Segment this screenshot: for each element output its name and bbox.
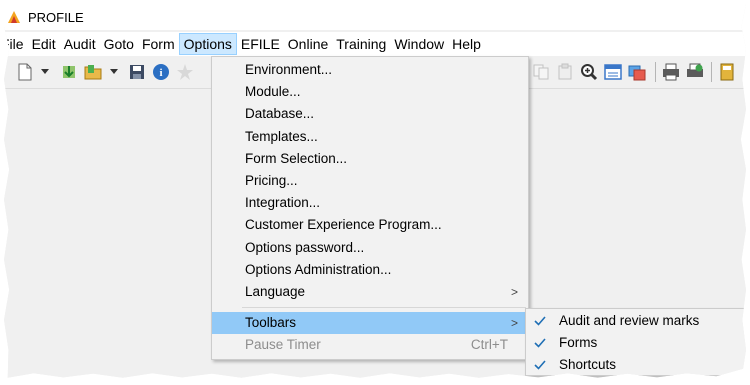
toolbar-separator xyxy=(711,62,712,82)
checkmark-icon xyxy=(534,360,546,370)
toolbars-submenu: Audit and review marks Forms Shortcuts xyxy=(525,308,746,376)
menu-item-module[interactable]: Module... xyxy=(212,81,528,103)
title-bar: PROFILE xyxy=(4,4,746,30)
svg-text:i: i xyxy=(159,67,162,79)
menu-item-environment[interactable]: Environment... xyxy=(212,59,528,81)
menu-online[interactable]: Online xyxy=(284,33,332,55)
submenu-item-audit-and-review-marks[interactable]: Audit and review marks xyxy=(526,310,746,332)
menu-edit[interactable]: Edit xyxy=(28,33,60,55)
menu-item-toolbars[interactable]: Toolbars > xyxy=(212,312,528,335)
submenu-item-forms[interactable]: Forms xyxy=(526,332,746,354)
menu-item-options-password[interactable]: Options password... xyxy=(212,237,528,259)
open-folder-icon[interactable] xyxy=(84,63,102,81)
form-view-icon[interactable] xyxy=(604,63,622,81)
menu-goto[interactable]: Goto xyxy=(100,33,138,55)
menu-item-language[interactable]: Language > xyxy=(212,281,528,303)
menu-item-integration[interactable]: Integration... xyxy=(212,192,528,214)
copy-icon[interactable] xyxy=(532,63,550,81)
submenu-item-label: Forms xyxy=(559,335,598,350)
menu-efile[interactable]: EFILE xyxy=(237,33,284,55)
calculator-icon[interactable] xyxy=(718,63,736,81)
save-icon[interactable] xyxy=(128,63,146,81)
menu-item-database[interactable]: Database... xyxy=(212,103,528,125)
menu-item-label: Pause Timer xyxy=(245,337,321,353)
menu-item-label: Toolbars xyxy=(245,315,297,331)
submenu-item-shortcuts[interactable]: Shortcuts xyxy=(526,354,746,376)
submenu-chevron-icon: > xyxy=(510,284,518,299)
toolbar-separator xyxy=(655,62,656,82)
menu-item-label: Options password... xyxy=(245,239,365,255)
checkmark-icon xyxy=(534,338,546,348)
menu-item-label: Options Administration... xyxy=(245,261,392,277)
menu-item-label: Module... xyxy=(245,84,301,100)
menu-item-label: Customer Experience Program... xyxy=(245,217,442,233)
menu-separator xyxy=(242,307,526,309)
menu-form[interactable]: Form xyxy=(138,33,179,55)
menu-item-label: Database... xyxy=(245,106,315,122)
window-title: PROFILE xyxy=(28,9,84,25)
submenu-item-label: Audit and review marks xyxy=(559,313,700,328)
menu-item-pricing[interactable]: Pricing... xyxy=(212,170,528,192)
menu-item-customer-experience-program[interactable]: Customer Experience Program... xyxy=(212,214,528,236)
print-icon[interactable] xyxy=(662,63,680,81)
menu-item-label: Integration... xyxy=(245,195,321,211)
zoom-icon[interactable] xyxy=(580,63,598,81)
menu-item-label: Templates... xyxy=(245,128,318,144)
info-icon[interactable]: i xyxy=(152,63,170,81)
menu-help[interactable]: Help xyxy=(448,33,485,55)
options-menu-dropdown: Environment... Module... Database... Tem… xyxy=(211,56,529,360)
menu-item-form-selection[interactable]: Form Selection... xyxy=(212,148,528,170)
menu-audit[interactable]: Audit xyxy=(60,33,100,55)
open-dropdown-arrow-icon[interactable] xyxy=(110,69,118,74)
switch-icon[interactable] xyxy=(628,63,646,81)
submenu-chevron-icon: > xyxy=(510,316,518,331)
menu-item-pause-timer: Pause Timer Ctrl+T xyxy=(212,334,528,356)
paste-icon[interactable] xyxy=(556,63,574,81)
menu-item-templates[interactable]: Templates... xyxy=(212,126,528,148)
profile-app-icon xyxy=(6,9,22,25)
menu-item-label: Pricing... xyxy=(245,172,298,188)
print-preview-icon[interactable] xyxy=(686,63,704,81)
menu-item-options-administration[interactable]: Options Administration... xyxy=(212,259,528,281)
menu-item-label: Form Selection... xyxy=(245,150,348,166)
menu-item-label: Environment... xyxy=(245,62,333,77)
star-icon[interactable] xyxy=(176,63,194,81)
import-icon[interactable] xyxy=(60,63,78,81)
menu-file[interactable]: File xyxy=(4,33,28,55)
checkmark-icon xyxy=(534,316,546,326)
menu-window[interactable]: Window xyxy=(390,33,448,55)
menu-training[interactable]: Training xyxy=(332,33,390,55)
menu-options[interactable]: Options xyxy=(178,33,237,55)
menu-item-label: Language xyxy=(245,283,306,299)
new-document-icon[interactable] xyxy=(16,63,34,81)
shortcut-label: Ctrl+T xyxy=(470,337,508,353)
submenu-item-label: Shortcuts xyxy=(559,357,617,372)
new-dropdown-arrow-icon[interactable] xyxy=(41,69,49,74)
app-window: PROFILE File Edit Audit Goto Form Option… xyxy=(4,4,746,378)
menu-bar: File Edit Audit Goto Form Options EFILE … xyxy=(4,32,746,56)
